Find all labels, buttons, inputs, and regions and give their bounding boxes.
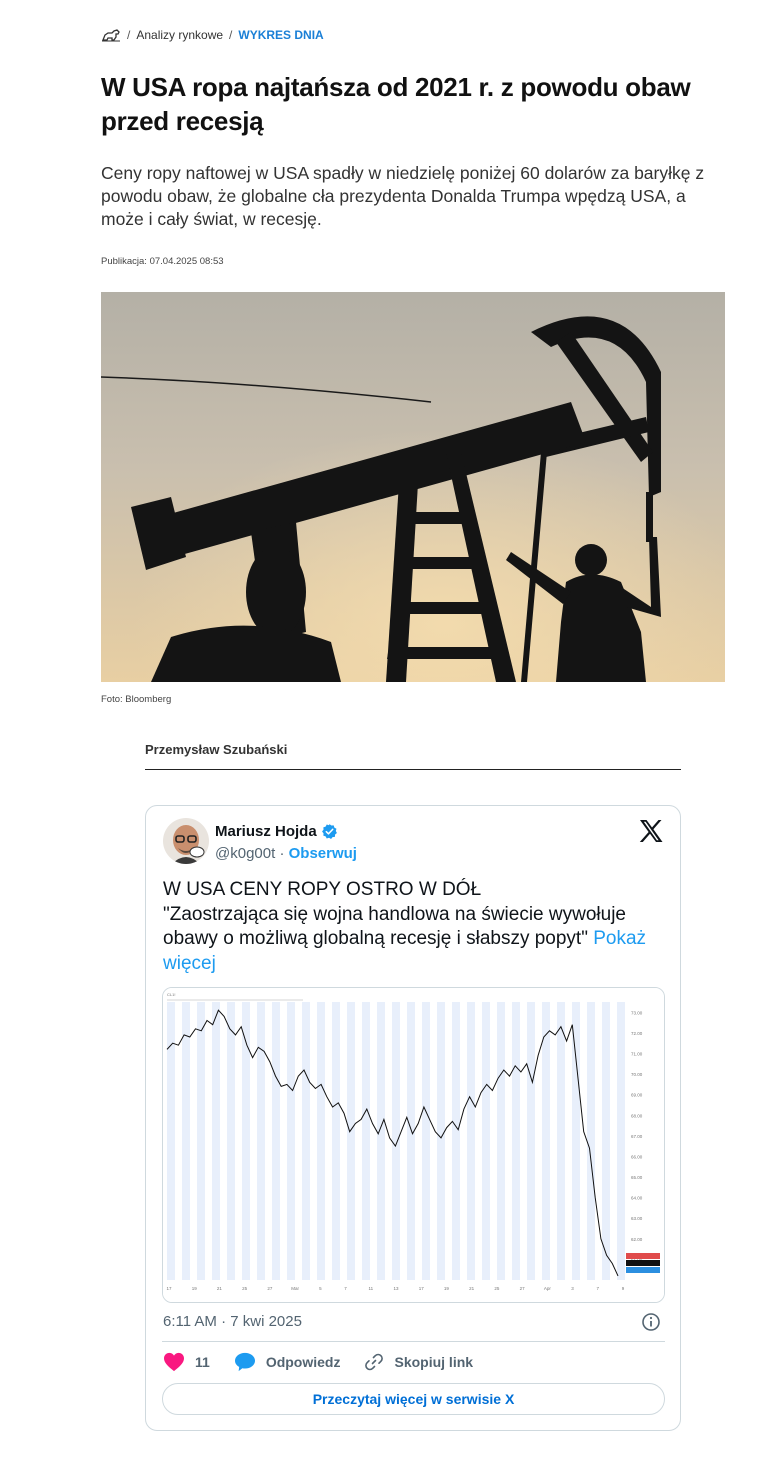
- follow-button[interactable]: Obserwuj: [289, 845, 357, 862]
- chart-stripe: [212, 1002, 220, 1280]
- tweet-text: W USA CENY ROPY OSTRO W DÓŁ "Zaostrzając…: [163, 878, 668, 976]
- chart-stripe: [542, 1002, 550, 1280]
- chart-stripe: [482, 1002, 490, 1280]
- embedded-tweet: Mariusz Hojda @k0g00t · Obserwuj W USA C…: [145, 805, 681, 1431]
- chart-stripe: [272, 1002, 280, 1280]
- info-icon[interactable]: [641, 1312, 661, 1332]
- oil-price-chart: CL1! 73.00 72.00 71.00 70.00 69.00 68.00 67.00…: [163, 988, 664, 1302]
- verified-badge-icon: [321, 824, 337, 839]
- x-tick-label: 17: [419, 1286, 425, 1291]
- tweet-divider: [162, 1341, 665, 1342]
- chart-stripe: [347, 1002, 355, 1280]
- chart-stripe: [422, 1002, 430, 1280]
- y-tick-label: 68.00: [631, 1113, 643, 1118]
- x-tick-label: 19: [192, 1286, 198, 1291]
- breadcrumb-item-current[interactable]: WYKRES DNIA: [238, 28, 323, 42]
- x-tick-label: 19: [444, 1286, 450, 1291]
- y-tick-label: 72.00: [631, 1031, 643, 1036]
- chart-stripe: [362, 1002, 370, 1280]
- breadcrumb: / Analizy rynkowe / WYKRES DNIA: [101, 27, 324, 43]
- chart-stripe: [557, 1002, 565, 1280]
- bull-logo-icon[interactable]: [101, 27, 121, 43]
- x-tick-label: Mar: [291, 1286, 299, 1291]
- author-divider: [145, 769, 681, 770]
- tweet-timestamp[interactable]: 6:11 AM · 7 kwi 2025: [163, 1313, 302, 1330]
- x-tick-label: 21: [469, 1286, 475, 1291]
- breadcrumb-separator: /: [127, 28, 131, 42]
- y-tick-label: 67.00: [631, 1134, 643, 1139]
- chart-stripe: [602, 1002, 610, 1280]
- copy-link-label: Skopiuj link: [394, 1354, 474, 1370]
- author-name[interactable]: Przemysław Szubański: [145, 742, 287, 757]
- chart-header: CL1!: [167, 992, 175, 997]
- chart-stripe: [617, 1002, 625, 1280]
- tweet-headline: W USA CENY ROPY OSTRO W DÓŁ: [163, 879, 482, 900]
- chart-stripe: [227, 1002, 235, 1280]
- reply-button[interactable]: Odpowiedz: [234, 1352, 341, 1372]
- chart-stripe: [317, 1002, 325, 1280]
- photo-credit: Foto: Bloomberg: [101, 694, 172, 705]
- chart-stripe: [512, 1002, 520, 1280]
- like-count: 11: [195, 1354, 210, 1370]
- avatar[interactable]: [163, 818, 209, 864]
- breadcrumb-separator: /: [229, 28, 233, 42]
- y-tick-label: 70.00: [631, 1072, 643, 1077]
- chart-stripe: [467, 1002, 475, 1280]
- x-tick-label: 27: [267, 1286, 273, 1291]
- x-tick-label: 25: [242, 1286, 248, 1291]
- reply-label: Odpowiedz: [265, 1354, 341, 1370]
- copy-link-button[interactable]: Skopiuj link: [364, 1352, 473, 1372]
- chart-stripe: [587, 1002, 595, 1280]
- tweet-handle-row: @k0g00t · Obserwuj: [215, 845, 357, 862]
- chart-stripe: [497, 1002, 505, 1280]
- tweet-author-name[interactable]: Mariusz Hojda: [215, 823, 338, 840]
- chart-stripe: [302, 1002, 310, 1280]
- chart-stripe: [182, 1002, 190, 1280]
- page-title: W USA ropa najtańsza od 2021 r. z powodu…: [101, 72, 691, 136]
- reply-bubble-icon: [234, 1352, 255, 1372]
- tweet-author-label: Mariusz Hojda: [215, 823, 317, 840]
- y-tick-label: 64.00: [631, 1196, 643, 1201]
- tweet-body: "Zaostrzająca się wojna handlowa na świe…: [163, 903, 626, 950]
- x-tick-label: 11: [368, 1286, 373, 1291]
- x-tick-label: 25: [494, 1286, 500, 1291]
- tweet-handle[interactable]: @k0g00t: [215, 845, 275, 862]
- x-logo-icon[interactable]: [639, 820, 663, 842]
- chart-stripe: [527, 1002, 535, 1280]
- x-tick-label: 17: [166, 1286, 172, 1291]
- y-tick-label: 69.00: [631, 1093, 643, 1098]
- y-tick-label: 63.00: [631, 1216, 643, 1221]
- tweet-actions: 11 Odpowiedz Skopiuj link: [163, 1352, 497, 1372]
- read-more-button[interactable]: Przeczytaj więcej w serwisie X: [162, 1383, 665, 1415]
- y-tick-label: 62.00: [631, 1237, 643, 1242]
- hero-image: [101, 292, 725, 682]
- x-tick-label: 21: [217, 1286, 223, 1291]
- publication-date: Publikacja: 07.04.2025 08:53: [101, 256, 224, 267]
- y-tick-label: 73.00: [631, 1010, 643, 1015]
- x-tick-label: 13: [393, 1286, 399, 1291]
- chart-stripe: [407, 1002, 415, 1280]
- tweet-chart-image[interactable]: CL1! 73.00 72.00 71.00 70.00 69.00 68.00 67.00…: [162, 987, 665, 1303]
- chart-stripe: [332, 1002, 340, 1280]
- chart-stripe: [437, 1002, 445, 1280]
- chart-stripe: [452, 1002, 460, 1280]
- y-tick-label: 71.00: [631, 1051, 643, 1056]
- x-tick-label: Apr: [544, 1286, 552, 1291]
- chart-stripe: [377, 1002, 385, 1280]
- chart-stripe: [287, 1002, 295, 1280]
- like-button[interactable]: 11: [163, 1352, 210, 1372]
- link-icon: [365, 1353, 384, 1371]
- breadcrumb-item-analizy[interactable]: Analizy rynkowe: [136, 28, 223, 42]
- y-tick-label: 65.00: [631, 1175, 643, 1180]
- heart-icon: [164, 1352, 184, 1372]
- chart-stripe: [572, 1002, 580, 1280]
- handle-separator: ·: [279, 845, 285, 862]
- chart-stripe: [257, 1002, 265, 1280]
- x-tick-label: 27: [520, 1286, 526, 1291]
- article-lead: Ceny ropy naftowej w USA spadły w niedzi…: [101, 163, 705, 229]
- chart-stripe: [392, 1002, 400, 1280]
- chart-stripe: [197, 1002, 205, 1280]
- y-tick-label: 66.00: [631, 1154, 643, 1159]
